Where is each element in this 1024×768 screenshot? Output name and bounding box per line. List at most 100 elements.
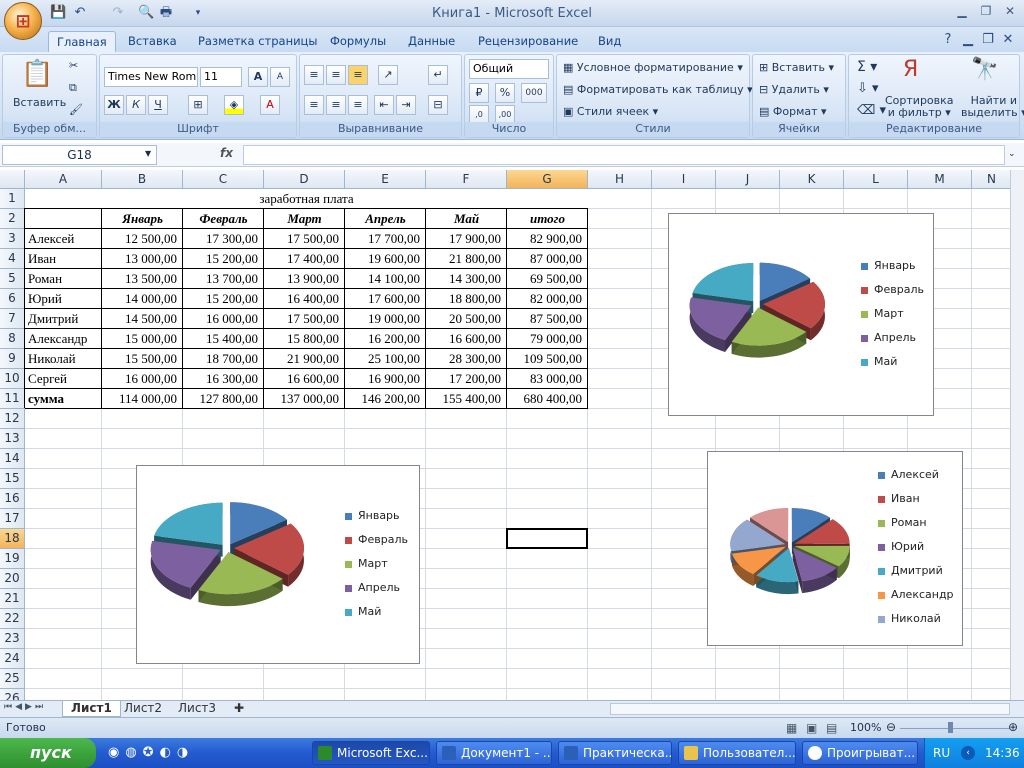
salary-cell[interactable]: 19 000,00: [345, 309, 426, 329]
sheet-nav-arrows-icon[interactable]: ⏮◀▶⏭: [4, 702, 46, 712]
salary-cell[interactable]: 17 400,00: [264, 249, 345, 269]
salary-cell[interactable]: 12 500,00: [102, 229, 183, 249]
salary-cell[interactable]: 17 700,00: [345, 229, 426, 249]
salary-cell[interactable]: 14 500,00: [102, 309, 183, 329]
zoom-slider[interactable]: [900, 728, 1010, 729]
salary-cell[interactable]: 13 900,00: [264, 269, 345, 289]
salary-cell[interactable]: 109 500,00: [507, 349, 588, 369]
salary-cell[interactable]: 17 500,00: [264, 309, 345, 329]
row-header[interactable]: 14: [0, 449, 25, 469]
salary-cell[interactable]: 79 000,00: [507, 329, 588, 349]
row-header[interactable]: 13: [0, 429, 25, 449]
employee-name-cell[interactable]: Александр: [25, 329, 102, 349]
row-header[interactable]: 18: [0, 529, 25, 549]
comma-style-button[interactable]: 000: [521, 83, 547, 103]
column-header[interactable]: I: [652, 170, 716, 189]
language-indicator[interactable]: RU: [933, 738, 950, 768]
table-header-cell[interactable]: Март: [264, 209, 345, 229]
salary-cell[interactable]: 13 700,00: [183, 269, 264, 289]
tab-formulas[interactable]: Формулы: [322, 31, 394, 52]
salary-cell[interactable]: 15 800,00: [264, 329, 345, 349]
tab-page-layout[interactable]: Разметка страницы: [190, 31, 325, 52]
format-cells-button[interactable]: ▤ Формат ▾: [759, 105, 827, 118]
row-header[interactable]: 17: [0, 509, 25, 529]
salary-cell[interactable]: 16 000,00: [183, 309, 264, 329]
sheet-tab-2[interactable]: Лист2: [116, 701, 170, 717]
task-player[interactable]: Проигрыват...: [802, 741, 918, 765]
salary-cell[interactable]: 13 500,00: [102, 269, 183, 289]
employee-name-cell[interactable]: Роман: [25, 269, 102, 289]
align-left-button[interactable]: ≡: [304, 95, 324, 115]
currency-button[interactable]: ₽: [469, 83, 489, 103]
view-normal-icon[interactable]: ▦: [786, 721, 797, 735]
office-button[interactable]: ⊞: [4, 2, 42, 40]
salary-cell[interactable]: 14 000,00: [102, 289, 183, 309]
column-header[interactable]: F: [426, 170, 507, 189]
salary-cell[interactable]: 14 100,00: [345, 269, 426, 289]
maximize-button[interactable]: ❐: [976, 4, 996, 20]
help-icon[interactable]: ?: [940, 32, 956, 48]
view-page-layout-icon[interactable]: ▣: [806, 721, 817, 735]
cell-styles-button[interactable]: ▣ Стили ячеек ▾: [563, 105, 658, 118]
row-header[interactable]: 4: [0, 249, 25, 269]
insert-function-button[interactable]: fx: [220, 146, 233, 160]
align-center-button[interactable]: ≡: [326, 95, 346, 115]
employee-name-cell[interactable]: Иван: [25, 249, 102, 269]
row-header[interactable]: 25: [0, 669, 25, 689]
delete-cells-button[interactable]: ⊟ Удалить ▾: [759, 83, 829, 96]
salary-cell[interactable]: 15 400,00: [183, 329, 264, 349]
row-header[interactable]: 15: [0, 469, 25, 489]
sheet-tab-3[interactable]: Лист3: [170, 701, 224, 717]
column-header[interactable]: H: [588, 170, 652, 189]
fill-icon[interactable]: ⇩ ▾: [857, 81, 879, 96]
row-header[interactable]: 26: [0, 689, 25, 700]
tab-data[interactable]: Данные: [400, 31, 463, 52]
salary-cell[interactable]: 15 200,00: [183, 249, 264, 269]
row-header[interactable]: 22: [0, 609, 25, 629]
sort-filter-icon[interactable]: Я: [903, 57, 918, 82]
total-cell[interactable]: 137 000,00: [264, 389, 345, 409]
salary-cell[interactable]: 18 700,00: [183, 349, 264, 369]
clear-icon[interactable]: ⌫ ▾: [857, 103, 886, 118]
name-box[interactable]: G18: [2, 145, 157, 165]
row-header[interactable]: 12: [0, 409, 25, 429]
number-format-combo[interactable]: Общий: [469, 59, 549, 79]
paste-icon[interactable]: 📋: [21, 59, 53, 89]
salary-cell[interactable]: 18 800,00: [426, 289, 507, 309]
underline-button[interactable]: Ч: [148, 95, 168, 115]
row-header[interactable]: 9: [0, 349, 25, 369]
salary-cell[interactable]: 25 100,00: [345, 349, 426, 369]
column-header[interactable]: C: [183, 170, 264, 189]
wrap-text-button[interactable]: ↵: [428, 65, 448, 85]
row-header[interactable]: 23: [0, 629, 25, 649]
row-header[interactable]: 10: [0, 369, 25, 389]
column-header[interactable]: K: [780, 170, 844, 189]
task-excel[interactable]: Microsoft Exc...: [312, 741, 430, 765]
salary-cell[interactable]: 15 500,00: [102, 349, 183, 369]
row-header[interactable]: 20: [0, 569, 25, 589]
salary-cell[interactable]: 82 900,00: [507, 229, 588, 249]
column-header[interactable]: J: [716, 170, 780, 189]
cut-icon[interactable]: ✂: [69, 59, 78, 72]
total-cell[interactable]: 127 800,00: [183, 389, 264, 409]
column-header[interactable]: G: [507, 170, 588, 189]
salary-cell[interactable]: 28 300,00: [426, 349, 507, 369]
expand-formula-bar-icon[interactable]: ⌄: [1008, 149, 1016, 159]
employee-name-cell[interactable]: Дмитрий: [25, 309, 102, 329]
column-header[interactable]: E: [345, 170, 426, 189]
pie-chart[interactable]: Январь Февраль Март Апрель Май: [668, 213, 934, 416]
salary-cell[interactable]: 87 000,00: [507, 249, 588, 269]
decrease-indent-button[interactable]: ⇤: [374, 95, 394, 115]
percent-button[interactable]: %: [495, 83, 515, 103]
salary-cell[interactable]: 13 000,00: [102, 249, 183, 269]
sheet-tab-1[interactable]: Лист1: [62, 701, 121, 717]
column-header[interactable]: M: [908, 170, 972, 189]
task-word[interactable]: Документ1 - ...: [436, 741, 552, 765]
shrink-font-button[interactable]: A: [270, 67, 290, 87]
tab-review[interactable]: Рецензирование: [470, 31, 586, 52]
employee-name-cell[interactable]: Николай: [25, 349, 102, 369]
salary-cell[interactable]: 16 600,00: [264, 369, 345, 389]
formula-input[interactable]: [243, 145, 1005, 165]
font-name-combo[interactable]: Times New Rom: [104, 67, 198, 87]
tray-expand-icon[interactable]: ‹: [961, 746, 975, 760]
